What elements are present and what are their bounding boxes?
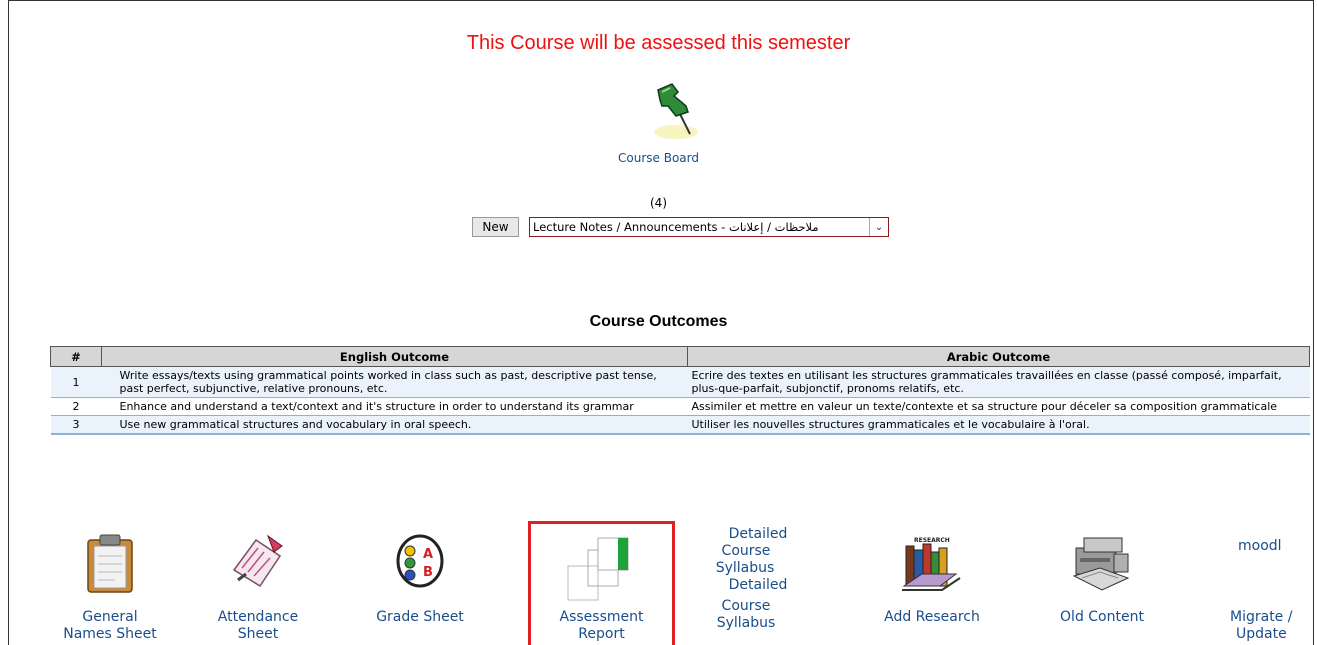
arabic-outcome-cell: Ecrire des textes en utilisant les struc…: [687, 366, 1310, 398]
assessment-label-1: Assessment: [559, 609, 644, 625]
syllabus-line-3: Syllabus: [715, 560, 775, 576]
assessment-label-2: Report: [578, 626, 625, 642]
archive-icon: [1070, 534, 1134, 599]
assessment-report-icon: [566, 536, 636, 607]
table-row: 3 Use new grammatical structures and voc…: [50, 415, 1310, 435]
general-names-sheet-tile[interactable]: General Names Sheet: [40, 528, 180, 645]
attendance-sheet-tile[interactable]: Attendance Sheet: [188, 528, 328, 645]
detailed-course-syllabus-tile[interactable]: Detailed Course Syllabus Detailed Course…: [698, 526, 818, 645]
arabic-outcome-cell: Assimiler et mettre en valeur un texte/c…: [687, 397, 1310, 416]
row-number: 3: [50, 415, 102, 435]
column-header-english: English Outcome: [101, 346, 688, 367]
grade-abc-icon: A B: [395, 534, 445, 593]
grade-sheet-tile[interactable]: A B Grade Sheet: [350, 528, 490, 645]
syllabus-line-6: Syllabus: [716, 615, 776, 631]
add-research-tile[interactable]: RESEARCH Add Research: [862, 528, 1002, 645]
syllabus-line-4: Detailed: [728, 577, 788, 593]
old-content-tile[interactable]: Old Content: [1032, 528, 1172, 645]
announcement-type-select[interactable]: Lecture Notes / Announcements - ملاحظات …: [529, 217, 889, 237]
attendance-label-2: Sheet: [237, 626, 279, 642]
announcement-select-value: Lecture Notes / Announcements - ملاحظات …: [533, 220, 819, 234]
outcomes-title: Course Outcomes: [589, 313, 728, 330]
row-number: 1: [50, 366, 102, 398]
svg-text:B: B: [423, 565, 433, 580]
syllabus-line-5: Course: [721, 598, 771, 614]
chevron-down-icon[interactable]: ⌄: [869, 218, 888, 236]
pushpin-icon[interactable]: [650, 82, 710, 144]
general-names-label-2: Names Sheet: [63, 626, 157, 642]
announcement-count: (4): [650, 196, 667, 210]
table-row: 2 Enhance and understand a text/context …: [50, 397, 1310, 416]
add-research-label: Add Research: [884, 609, 980, 625]
attendance-icon: [228, 530, 288, 595]
svg-text:A: A: [423, 547, 433, 562]
assessment-report-tile[interactable]: Assessment Report: [530, 528, 673, 645]
english-outcome-cell: Use new grammatical structures and vocab…: [101, 415, 688, 435]
grade-sheet-label: Grade Sheet: [376, 609, 464, 625]
english-outcome-cell: Write essays/texts using grammatical poi…: [101, 366, 688, 398]
books-icon: RESEARCH: [900, 534, 964, 599]
migrate-label-2: Update: [1236, 626, 1287, 642]
course-board-link[interactable]: Course Board: [0, 151, 1317, 165]
old-content-label: Old Content: [1060, 609, 1144, 625]
assessment-notice: This Course will be assessed this semest…: [466, 32, 851, 54]
column-header-number: #: [50, 346, 102, 367]
attendance-label-1: Attendance: [217, 609, 299, 625]
english-outcome-cell: Enhance and understand a text/context an…: [101, 397, 688, 416]
migrate-label-1: Migrate /: [1230, 609, 1293, 625]
general-names-label-1: General: [82, 609, 138, 625]
table-row: 1 Write essays/texts using grammatical p…: [50, 366, 1310, 398]
row-number: 2: [50, 397, 102, 416]
moodle-label: moodl: [1238, 538, 1282, 554]
research-icon-text: RESEARCH: [914, 537, 950, 544]
column-header-arabic: Arabic Outcome: [687, 346, 1310, 367]
outcomes-table: # English Outcome Arabic Outcome 1 Write…: [50, 346, 1310, 435]
arabic-outcome-cell: Utiliser les nouvelles structures gramma…: [687, 415, 1310, 435]
syllabus-line-2: Course: [721, 543, 771, 559]
syllabus-line-1: Detailed: [728, 526, 788, 542]
new-announcement-button[interactable]: New: [472, 217, 519, 237]
moodle-migrate-tile[interactable]: moodl Migrate / Update: [1220, 528, 1314, 645]
clipboard-icon: [85, 532, 135, 599]
